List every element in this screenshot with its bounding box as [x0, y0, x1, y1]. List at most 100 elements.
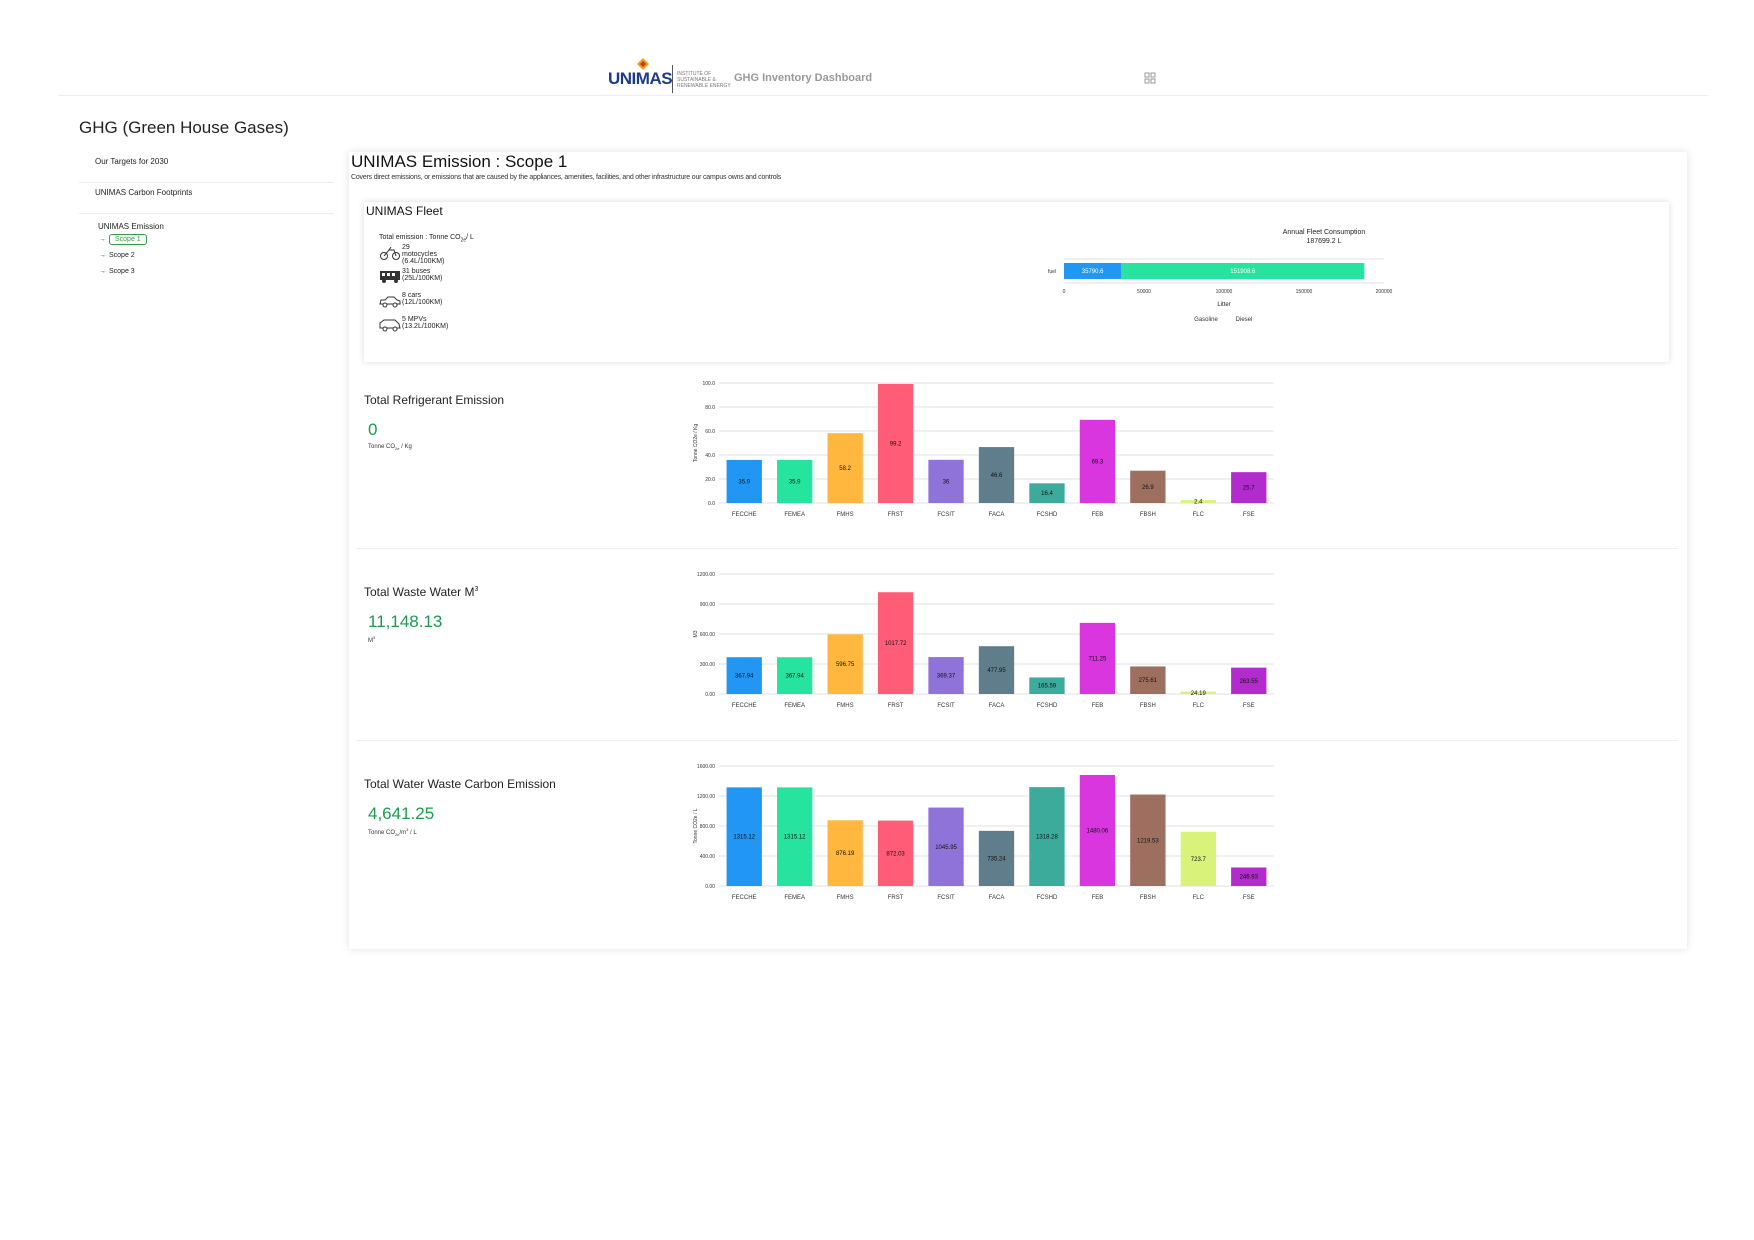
x-tick-label: FECCHE: [732, 703, 757, 709]
page-title: GHG (Green House Gases): [79, 118, 289, 137]
bar-data-label: 1315.12: [784, 835, 806, 841]
x-tick-label: FLC: [1193, 895, 1205, 901]
bar-data-label: 1045.95: [935, 845, 957, 851]
sidebar-item-scope-3[interactable]: → Scope 3: [99, 264, 334, 280]
fleet-title: UNIMAS Fleet: [366, 204, 443, 218]
sidebar-item-carbon-footprints[interactable]: UNIMAS Carbon Footprints: [79, 183, 334, 214]
unit-suffix: / Kg: [399, 444, 412, 450]
x-tick-label: FBSH: [1140, 512, 1156, 518]
legend-label-diesel: Diesel: [1236, 317, 1253, 323]
scope-label: Scope 2: [109, 252, 135, 259]
x-tick-label: FSE: [1243, 512, 1255, 518]
bar-data-label: 69.3: [1092, 459, 1104, 465]
logo-subtitle-line: RENEWABLE ENERGY: [677, 83, 731, 89]
y-axis-label: Tonne CO2e / L: [693, 808, 699, 843]
bar-data-label: 58.2: [839, 466, 851, 472]
bar-data-label: 596.75: [836, 662, 855, 668]
y-tick-label: 1600.00: [697, 764, 715, 770]
app-header: UNIMAS INSTITUTE OF SUSTAINABLE & RENEWA…: [58, 55, 1708, 96]
fleet-total-emission: Total emission : Tonne CO2e/ L: [379, 234, 474, 243]
y-axis-label: M3: [693, 630, 699, 637]
sidebar: Our Targets for 2030 UNIMAS Carbon Footp…: [79, 152, 334, 280]
x-tick-label: FACA: [989, 895, 1005, 901]
waterwaste-value: 4,641.25: [368, 804, 435, 823]
y-axis-label: Tonne CO2e / Kg: [693, 424, 699, 463]
y-tick-label: 900.00: [700, 602, 716, 608]
refrigerant-bar-chart: 0.0 20.0 40.0 60.0 80.0 100.0 Tonne CO2e / Kg 3…: [693, 381, 1274, 518]
x-tick-label: FCSHD: [1037, 703, 1058, 709]
logo-text: UNIMAS: [608, 69, 673, 88]
x-tick-label: 150000: [1296, 289, 1313, 295]
wastewater-bar-chart: 0.00 300.00 600.00 900.00 1200.00 M3 367.94 FEC…: [693, 572, 1274, 709]
x-tick-label: 0: [1063, 289, 1066, 295]
sidebar-item-targets[interactable]: Our Targets for 2030: [79, 152, 334, 183]
section-divider: [356, 548, 1678, 549]
x-tick-label: FLC: [1193, 703, 1205, 709]
scope-label: Scope 1: [109, 234, 147, 245]
waterwaste-unit: Tonne CO2e/m3 / L: [368, 827, 417, 837]
bar-data-label: 1480.06: [1087, 828, 1109, 834]
bar-data-label: 151908.6: [1230, 269, 1256, 275]
x-tick-label: FEMEA: [784, 512, 805, 518]
bar-data-label: 35.9: [789, 479, 801, 485]
bar-data-label: 711.25: [1088, 656, 1107, 662]
sidebar-item-emission[interactable]: UNIMAS Emission: [79, 218, 334, 232]
x-tick-label: 100000: [1216, 289, 1233, 295]
bar-data-label: 872.03: [886, 851, 905, 857]
wastewater-title-sup: 3: [474, 586, 479, 593]
y-tick-label: 600.00: [700, 632, 716, 638]
y-tick-label: 800.00: [700, 824, 716, 830]
fleet-total-label: Total emission : Tonne CO: [379, 234, 461, 241]
bar-data-label: 46.6: [991, 473, 1003, 479]
x-tick-label: FEMEA: [784, 703, 805, 709]
bar-data-label: 165.59: [1038, 684, 1057, 690]
y-tick-label: 0.00: [705, 692, 715, 698]
refrigerant-value: 0: [368, 420, 378, 439]
bar-data-label: 735.24: [987, 856, 1006, 862]
sidebar-item-scope-2[interactable]: → Scope 2: [99, 248, 334, 264]
bar-data-label: 723.7: [1191, 857, 1207, 863]
unit-suffix: / L: [408, 830, 417, 836]
bar-data-label: 16.4: [1041, 491, 1053, 497]
y-tick-label: 60.0: [705, 429, 715, 435]
grid-apps-icon[interactable]: [1144, 72, 1156, 84]
x-tick-label: FSE: [1243, 703, 1255, 709]
scope-1-card: UNIMAS Emission : Scope 1 Covers direct …: [349, 152, 1687, 949]
unit-sup: 3: [373, 635, 376, 640]
x-tick-label: FMHS: [837, 512, 854, 518]
x-tick-label: FCSHD: [1037, 512, 1058, 518]
wastewater-unit: M3: [368, 635, 375, 644]
waterwaste-title: Total Water Waste Carbon Emission: [364, 777, 556, 791]
refrigerant-unit: Tonne CO2e / Kg: [368, 444, 412, 451]
logo-subtitle: INSTITUTE OF SUSTAINABLE & RENEWABLE ENE…: [677, 71, 731, 89]
bar-data-label: 1315.12: [733, 835, 755, 841]
car-icon: [379, 296, 401, 308]
x-tick-label: FBSH: [1140, 895, 1156, 901]
app-title: GHG Inventory Dashboard: [734, 72, 873, 84]
vehicle-label: 5 MPVs (13.2L/100KM): [402, 316, 449, 330]
bar-data-label: 876.19: [836, 851, 855, 857]
x-tick-label: FRST: [888, 895, 904, 901]
x-tick-label: FRST: [888, 512, 904, 518]
vehicle-label: 8 cars (12L/100KM): [402, 292, 443, 306]
fleet-consumption-title: Annual Fleet Consumption: [1283, 229, 1366, 236]
x-tick-label: FRST: [888, 703, 904, 709]
y-tick-label: fuel: [1048, 269, 1056, 275]
fleet-card: UNIMAS Fleet Total emission : Tonne CO2e…: [364, 202, 1669, 362]
sidebar-item-scope-1[interactable]: → Scope 1: [99, 232, 334, 248]
x-tick-label: FEB: [1092, 512, 1104, 518]
wastewater-title: Total Waste Water M3: [364, 585, 478, 599]
scope-description: Covers direct emissions, or emissions th…: [351, 174, 782, 181]
y-tick-label: 1200.00: [697, 794, 715, 800]
wastewater-value: 11,148.13: [368, 612, 443, 631]
x-tick-label: FECCHE: [732, 895, 757, 901]
bar-data-label: 477.95: [987, 668, 1006, 674]
x-tick-label: FLC: [1193, 512, 1205, 518]
bar-data-label: 246.93: [1240, 875, 1259, 881]
bar-data-label: 1318.28: [1036, 835, 1058, 841]
bar-data-label: 35.9: [738, 479, 750, 485]
x-tick-label: FSE: [1243, 895, 1255, 901]
vehicle-label: 31 buses (25L/100KM): [402, 268, 443, 282]
bar-data-label: 36: [943, 479, 950, 485]
scope-label: Scope 3: [109, 268, 135, 275]
